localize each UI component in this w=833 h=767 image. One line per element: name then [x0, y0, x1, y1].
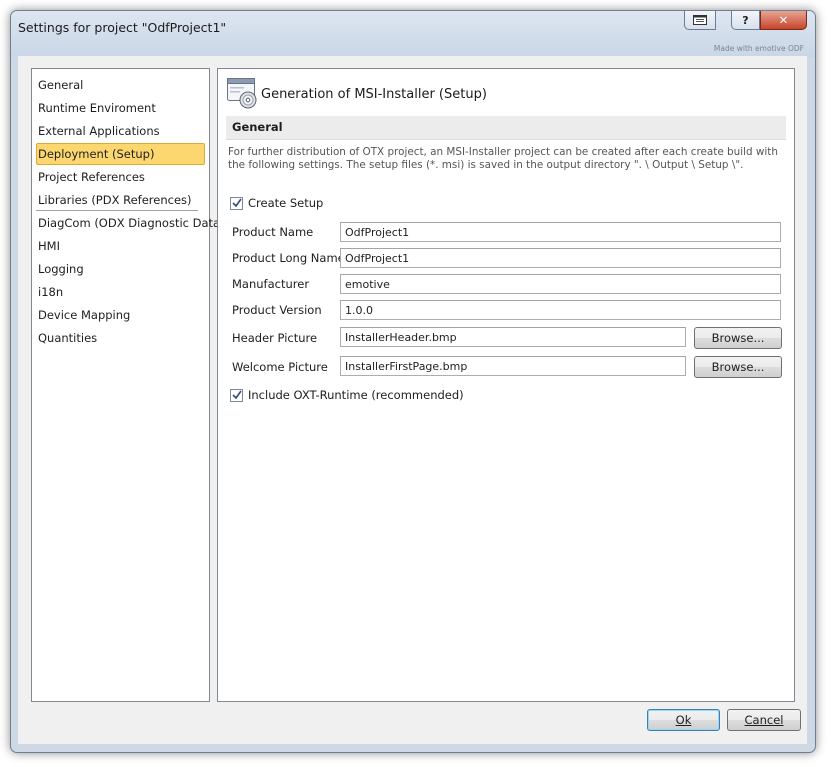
section-title: General [232, 120, 283, 134]
manufacturer-label: Manufacturer [232, 277, 310, 291]
header-picture-label: Header Picture [232, 331, 318, 345]
nav-item-i18n[interactable]: i18n [36, 281, 205, 303]
restore-button[interactable] [684, 11, 716, 30]
product-version-field[interactable]: 1.0.0 [340, 300, 781, 320]
create-setup-label: Create Setup [248, 196, 324, 210]
nav-item-project-references[interactable]: Project References [36, 166, 205, 188]
product-name-field[interactable]: OdfProject1 [340, 222, 781, 242]
nav-item-general[interactable]: General [36, 74, 205, 96]
nav-item-libraries[interactable]: Libraries (PDX References) [36, 189, 205, 211]
help-button[interactable]: ? [731, 11, 760, 30]
welcome-picture-field[interactable]: InstallerFirstPage.bmp [340, 356, 686, 376]
product-long-name-field[interactable]: OdfProject1 [340, 248, 781, 268]
nav-item-logging[interactable]: Logging [36, 258, 205, 280]
product-name-label: Product Name [232, 225, 314, 239]
welcome-picture-label: Welcome Picture [232, 360, 328, 374]
manufacturer-field[interactable]: emotive [340, 274, 781, 294]
checkbox-box[interactable] [230, 388, 243, 402]
include-runtime-label: Include OXT-Runtime (recommended) [248, 388, 464, 402]
help-icon: ? [742, 13, 749, 27]
include-runtime-checkbox[interactable]: Include OXT-Runtime (recommended) [230, 388, 464, 402]
product-version-label: Product Version [232, 303, 322, 317]
title-bar[interactable]: Settings for project "OdfProject1" ? ✕ M… [11, 11, 815, 57]
installer-icon [226, 77, 258, 109]
welcome-picture-browse-button[interactable]: Browse... [694, 356, 782, 378]
ok-label: Ok [675, 713, 692, 727]
settings-window: Settings for project "OdfProject1" ? ✕ M… [10, 10, 816, 753]
checkmark-icon [232, 198, 242, 207]
header-picture-browse-button[interactable]: Browse... [694, 327, 782, 349]
nav-item-runtime-enviroment[interactable]: Runtime Enviroment [36, 97, 205, 119]
window-title: Settings for project "OdfProject1" [18, 20, 227, 35]
settings-content: Generation of MSI-Installer (Setup) Gene… [217, 68, 795, 702]
nav-item-diagcom[interactable]: DiagCom (ODX Diagnostic Data) [36, 212, 225, 234]
checkbox-box[interactable] [230, 196, 243, 210]
cancel-button[interactable]: Cancel [727, 709, 801, 731]
nav-item-hmi[interactable]: HMI [36, 235, 205, 257]
close-icon: ✕ [778, 13, 789, 27]
header-picture-field[interactable]: InstallerHeader.bmp [340, 327, 686, 347]
product-long-name-label: Product Long Name [232, 251, 345, 265]
ok-button[interactable]: Ok [647, 709, 720, 731]
nav-separator [36, 210, 198, 211]
nav-item-quantities[interactable]: Quantities [36, 327, 205, 349]
close-button[interactable]: ✕ [760, 11, 807, 30]
section-header: General [226, 116, 786, 140]
cancel-label: Cancel [744, 713, 784, 727]
nav-item-deployment-selected[interactable]: Deployment (Setup) [36, 143, 205, 165]
settings-nav: General Runtime Enviroment External Appl… [31, 68, 225, 702]
create-setup-checkbox[interactable]: Create Setup [230, 196, 323, 210]
window-icon [693, 15, 707, 25]
nav-item-external-applications[interactable]: External Applications [36, 120, 205, 142]
checkmark-icon [232, 390, 242, 399]
nav-item-device-mapping[interactable]: Device Mapping [36, 304, 205, 326]
dialog-client: General Runtime Enviroment External Appl… [18, 56, 807, 744]
description-text: For further distribution of OTX project,… [228, 146, 778, 171]
page-title: Generation of MSI-Installer (Setup) [261, 87, 487, 102]
brand-text: Made with emotive ODF [713, 44, 804, 53]
